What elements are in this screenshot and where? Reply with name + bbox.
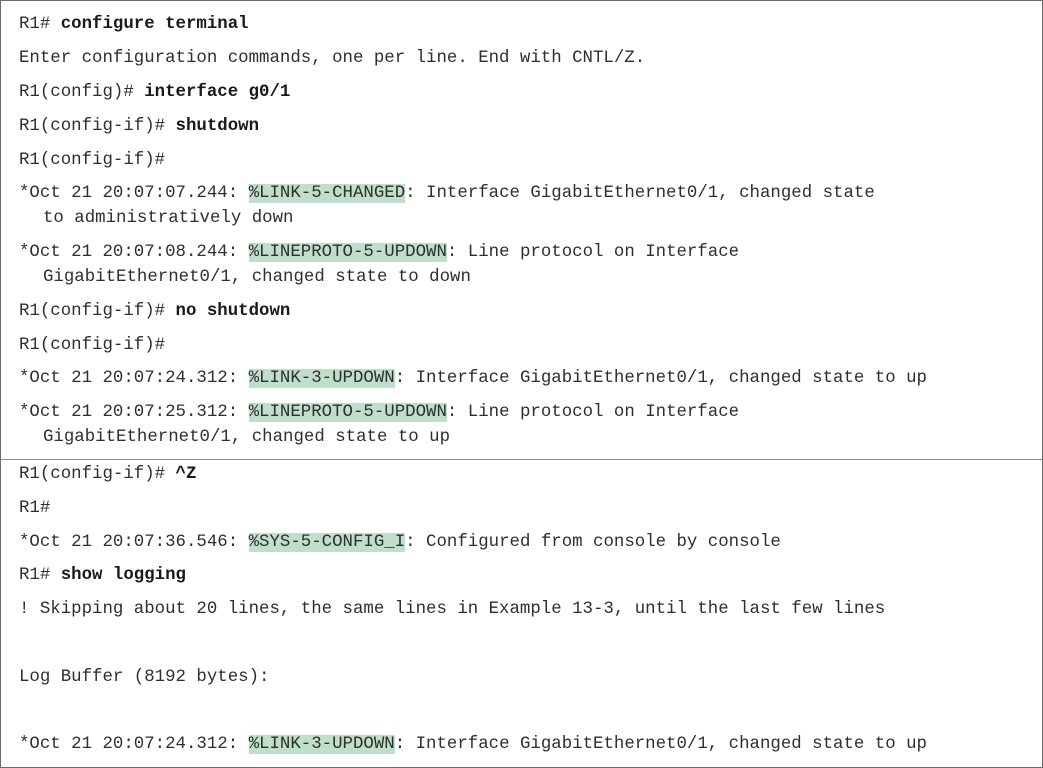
- console-line: Log Buffer (8192 bytes):: [19, 666, 269, 690]
- prompt: R1#: [19, 499, 51, 518]
- log-continuation: GigabitEthernet0/1, changed state to dow…: [43, 268, 471, 287]
- prompt: R1(config-if)#: [19, 117, 176, 136]
- log-text: : Line protocol on Interface: [446, 403, 740, 422]
- log-text: : Interface GigabitEthernet0/1, changed …: [405, 184, 875, 203]
- log-timestamp: *Oct 21 20:07:24.312:: [19, 735, 249, 754]
- log-message: *Oct 21 20:07:24.312: %LINK-3-UPDOWN: In…: [19, 367, 927, 391]
- console-line: R1(config-if)#: [19, 149, 165, 173]
- log-text: : Interface GigabitEthernet0/1, changed …: [394, 369, 927, 388]
- log-message: *Oct 21 20:07:25.312: %LINEPROTO-5-UPDOW…: [19, 401, 739, 425]
- log-tag: %SYS-5-CONFIG_I: [248, 533, 406, 552]
- console-line: R1#: [19, 497, 50, 521]
- output-text: Enter configuration commands, one per li…: [19, 49, 646, 68]
- command: ^Z: [175, 465, 197, 484]
- log-tag: %LINK-3-UPDOWN: [248, 369, 395, 388]
- log-text: : Line protocol on Interface: [446, 243, 740, 262]
- log-text: : Interface GigabitEthernet0/1, changed …: [394, 735, 927, 754]
- command: no shutdown: [175, 302, 291, 321]
- console-line: R1(config)# interface g0/1: [19, 81, 290, 105]
- log-message: *Oct 21 20:07:07.244: %LINK-5-CHANGED: I…: [19, 182, 875, 206]
- log-tag: %LINEPROTO-5-UPDOWN: [248, 403, 447, 422]
- prompt: R1(config-if)#: [19, 302, 176, 321]
- log-continuation: to administratively down: [43, 209, 294, 228]
- log-tag: %LINK-5-CHANGED: [248, 184, 406, 203]
- console-line: R1(config-if)# no shutdown: [19, 300, 290, 324]
- prompt: R1#: [19, 566, 61, 585]
- log-timestamp: *Oct 21 20:07:07.244:: [19, 184, 249, 203]
- prompt: R1(config)#: [19, 83, 145, 102]
- command: interface g0/1: [144, 83, 291, 102]
- prompt: R1(config-if)#: [19, 465, 176, 484]
- console-line: R1(config-if)# ^Z: [19, 463, 196, 487]
- console-line: R1(config-if)# shutdown: [19, 115, 259, 139]
- log-message: *Oct 21 20:07:36.546: %SYS-5-CONFIG_I: C…: [19, 531, 781, 555]
- log-timestamp: *Oct 21 20:07:36.546:: [19, 533, 249, 552]
- terminal-output-frame: R1# configure terminal Enter configurati…: [0, 0, 1043, 768]
- log-tag: %LINK-3-UPDOWN: [248, 735, 395, 754]
- divider: [1, 459, 1042, 460]
- log-timestamp: *Oct 21 20:07:25.312:: [19, 403, 249, 422]
- command: shutdown: [175, 117, 260, 136]
- output-text: Log Buffer (8192 bytes):: [19, 668, 270, 687]
- log-message: *Oct 21 20:07:08.244: %LINEPROTO-5-UPDOW…: [19, 241, 739, 265]
- log-text: : Configured from console by console: [405, 533, 781, 552]
- console-line: R1# show logging: [19, 564, 186, 588]
- console-line: R1# configure terminal: [19, 13, 249, 37]
- comment-line: ! Skipping about 20 lines, the same line…: [19, 598, 885, 622]
- console-line: Enter configuration commands, one per li…: [19, 47, 645, 71]
- command: show logging: [60, 566, 186, 585]
- command: configure terminal: [60, 15, 249, 34]
- log-timestamp: *Oct 21 20:07:24.312:: [19, 369, 249, 388]
- log-timestamp: *Oct 21 20:07:08.244:: [19, 243, 249, 262]
- console-line: R1(config-if)#: [19, 334, 165, 358]
- prompt: R1(config-if)#: [19, 151, 166, 170]
- log-message: *Oct 21 20:07:24.312: %LINK-3-UPDOWN: In…: [19, 733, 927, 757]
- log-tag: %LINEPROTO-5-UPDOWN: [248, 243, 447, 262]
- prompt: R1(config-if)#: [19, 336, 166, 355]
- log-continuation: GigabitEthernet0/1, changed state to up: [43, 428, 451, 447]
- prompt: R1#: [19, 15, 61, 34]
- output-text: ! Skipping about 20 lines, the same line…: [19, 600, 886, 619]
